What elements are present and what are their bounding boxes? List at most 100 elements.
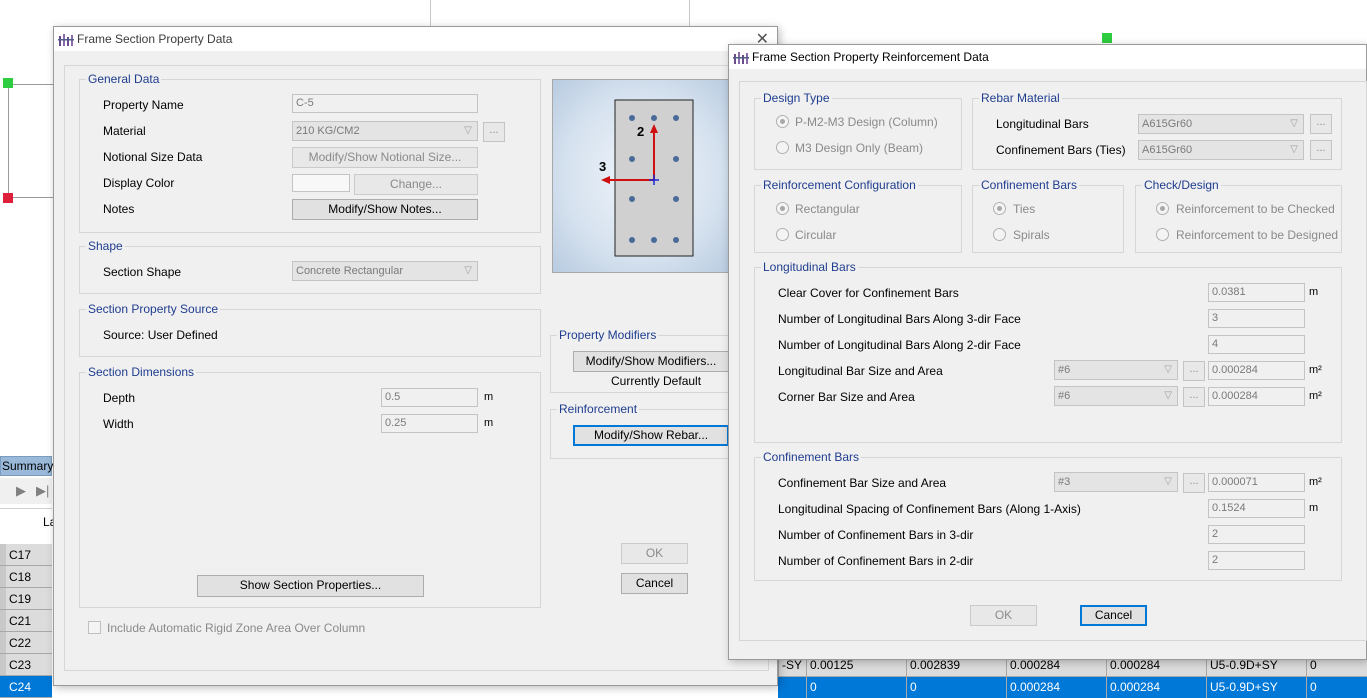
notes-button[interactable]: Modify/Show Notes... (292, 199, 478, 220)
cancel-button[interactable]: Cancel (621, 573, 688, 594)
dialog-titlebar[interactable]: Frame Section Property Reinforcement Dat… (729, 45, 1366, 69)
corner-bar-browse-button[interactable]: ... (1183, 387, 1205, 407)
notional-size-label: Notional Size Data (103, 150, 203, 164)
width-label: Width (103, 417, 134, 431)
ok-button[interactable]: OK (621, 543, 688, 564)
rebar-icon (673, 156, 679, 162)
modify-modifiers-button[interactable]: Modify/Show Modifiers... (573, 351, 729, 372)
show-section-properties-button[interactable]: Show Section Properties... (197, 575, 424, 597)
rectangular-radio[interactable] (776, 202, 789, 215)
chevron-down-icon: ▽ (1290, 144, 1298, 155)
group-title: Longitudinal Bars (761, 260, 858, 274)
chevron-down-icon: ▽ (464, 125, 472, 136)
joint-marker[interactable] (1102, 33, 1112, 43)
corner-bar-select[interactable]: #6 ▽ (1054, 386, 1178, 406)
circular-radio[interactable] (776, 228, 789, 241)
rebar-icon (651, 237, 657, 243)
num-bars-3dir-input[interactable]: 3 (1208, 309, 1305, 328)
chevron-down-icon: ▽ (1164, 364, 1172, 375)
confinement-spacing-input[interactable]: 0.1524 (1208, 499, 1305, 518)
summary-tab[interactable]: Summary (0, 456, 53, 476)
confinement-bar-size-select[interactable]: #3 ▽ (1054, 472, 1178, 492)
design-type-column-label: P-M2-M3 Design (Column) (795, 115, 938, 129)
reinforcement-group: Reinforcement Modify/Show Rebar... (550, 402, 730, 459)
table-row[interactable]: C23 (0, 654, 52, 676)
notes-label: Notes (103, 202, 135, 216)
rebar-icon (651, 115, 657, 121)
material-select[interactable]: 210 KG/CM2 ▽ (292, 121, 478, 141)
spirals-radio[interactable] (993, 228, 1006, 241)
nav-next-icon[interactable]: ▶ (16, 478, 26, 504)
chevron-down-icon: ▽ (464, 265, 472, 276)
ok-button[interactable]: OK (970, 605, 1037, 626)
width-input[interactable]: 0.25 (381, 414, 478, 433)
ties-label: Ties (1013, 202, 1036, 216)
change-color-button[interactable]: Change... (354, 174, 478, 195)
confinement-bar-browse-button[interactable]: ... (1183, 473, 1205, 493)
table-row[interactable]: C22 (0, 632, 52, 654)
material-label: Material (103, 124, 146, 138)
num-bars-2dir-input[interactable]: 4 (1208, 335, 1305, 354)
confinement-num-3dir-input[interactable]: 2 (1208, 525, 1305, 544)
chevron-down-icon: ▽ (1164, 476, 1172, 487)
confinement-material-select[interactable]: A615Gr60 ▽ (1138, 140, 1304, 160)
modifiers-status: Currently Default (611, 374, 702, 388)
reinforcement-configuration-group: Reinforcement Configuration Rectangular … (754, 178, 962, 253)
bar-area-input[interactable]: 0.000284 (1208, 361, 1305, 380)
rebar-icon (673, 115, 679, 121)
rigid-zone-label: Include Automatic Rigid Zone Area Over C… (107, 621, 366, 635)
table-column-header[interactable]: La (0, 508, 56, 544)
confinement-spacing-label: Longitudinal Spacing of Confinement Bars… (778, 502, 1081, 516)
rigid-zone-checkbox[interactable] (88, 621, 101, 634)
table-row[interactable]: C17 (0, 544, 52, 566)
group-title: General Data (86, 72, 162, 86)
check-design-group: Check/Design Reinforcement to be Checked… (1135, 178, 1342, 253)
dialog-title: Frame Section Property Data (77, 32, 233, 46)
section-shape-label: Section Shape (103, 265, 182, 279)
longitudinal-material-select[interactable]: A615Gr60 ▽ (1138, 114, 1304, 134)
longitudinal-bars-group: Longitudinal Bars Clear Cover for Confin… (754, 260, 1342, 443)
cancel-button[interactable]: Cancel (1080, 605, 1147, 626)
circular-label: Circular (795, 228, 837, 242)
corner-area-input[interactable]: 0.000284 (1208, 387, 1305, 406)
clear-cover-unit: m (1309, 286, 1319, 298)
joint-marker[interactable] (3, 193, 13, 203)
material-browse-button[interactable]: ... (483, 122, 505, 142)
confinement-spacing-unit: m (1309, 502, 1319, 514)
dialog-titlebar[interactable]: Frame Section Property Data ✕ (54, 27, 777, 51)
reinforcement-dialog: Frame Section Property Reinforcement Dat… (728, 44, 1367, 660)
design-type-column-radio[interactable] (776, 115, 789, 128)
property-name-input[interactable]: C-5 (292, 94, 478, 113)
table-row-tail[interactable]: -SY 0.00125 0.002839 0.000284 0.000284 U… (778, 655, 1367, 698)
modify-rebar-button[interactable]: Modify/Show Rebar... (573, 425, 729, 446)
arrow-left-icon (601, 176, 610, 184)
confinement-type-group: Confinement Bars Ties Spirals (972, 178, 1124, 253)
notional-size-button[interactable]: Modify/Show Notional Size... (292, 147, 478, 168)
table-row[interactable]: C19 (0, 588, 52, 610)
ties-radio[interactable] (993, 202, 1006, 215)
display-color-swatch[interactable] (292, 174, 350, 192)
table-row[interactable]: C18 (0, 566, 52, 588)
joint-marker[interactable] (3, 78, 13, 88)
shape-group: Shape Section Shape Concrete Rectangular… (79, 239, 541, 294)
confinement-num-2dir-input[interactable]: 2 (1208, 551, 1305, 570)
bar-size-select[interactable]: #6 ▽ (1054, 360, 1178, 380)
confinement-material-browse-button[interactable]: ... (1310, 140, 1332, 160)
confinement-bar-area-input[interactable]: 0.000071 (1208, 473, 1305, 492)
depth-input[interactable]: 0.5 (381, 388, 478, 407)
group-title: Reinforcement (557, 402, 640, 416)
longitudinal-material-browse-button[interactable]: ... (1310, 114, 1332, 134)
canvas-line (8, 84, 53, 85)
nav-last-icon[interactable]: ▶| (36, 478, 49, 504)
group-title: Rebar Material (979, 91, 1062, 105)
confinement-num-3dir-label: Number of Confinement Bars in 3-dir (778, 528, 974, 542)
section-shape-select[interactable]: Concrete Rectangular ▽ (292, 261, 478, 281)
design-radio[interactable] (1156, 228, 1169, 241)
table-row-selected[interactable]: C24 (0, 676, 52, 698)
check-radio[interactable] (1156, 202, 1169, 215)
bar-size-browse-button[interactable]: ... (1183, 361, 1205, 381)
table-row[interactable]: C21 (0, 610, 52, 632)
section-preview: 2 3 (552, 79, 732, 273)
clear-cover-input[interactable]: 0.0381 (1208, 283, 1305, 302)
design-type-beam-radio[interactable] (776, 141, 789, 154)
